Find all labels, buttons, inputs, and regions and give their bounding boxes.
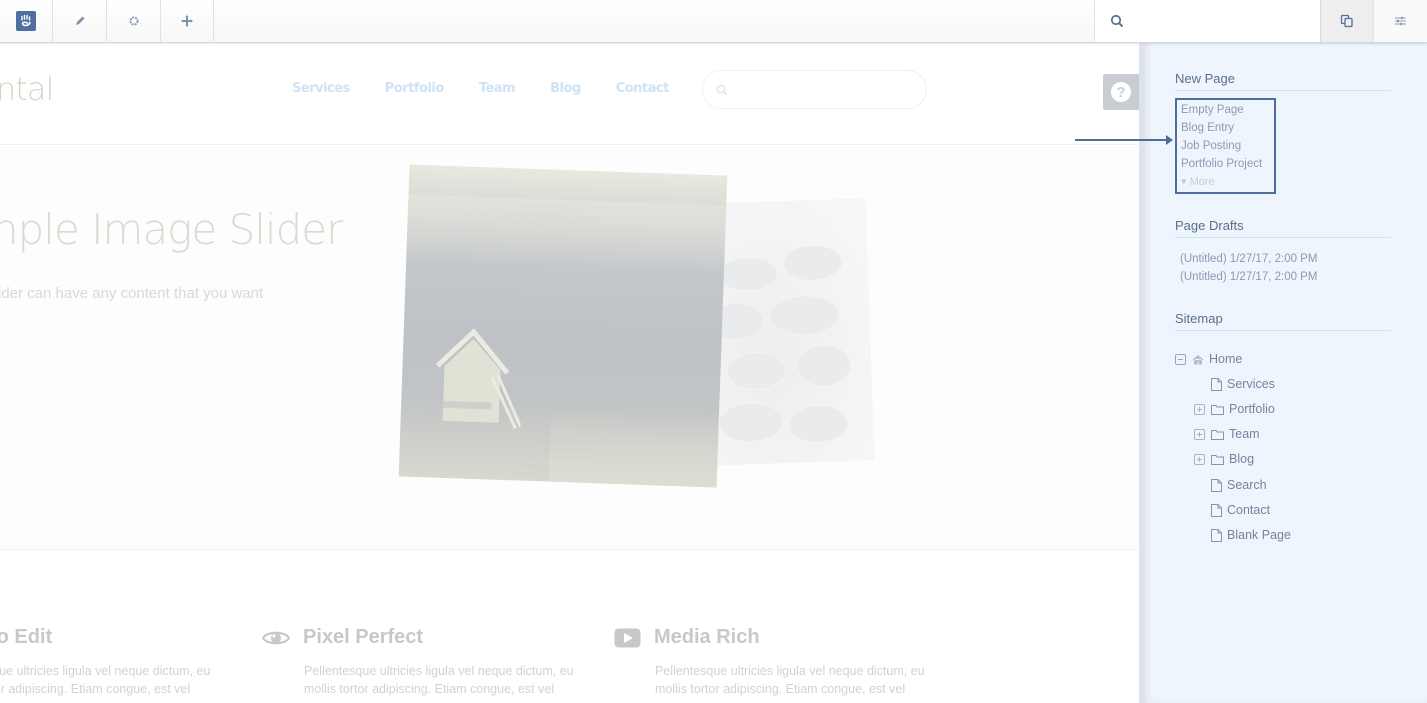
dashboard-panel-button[interactable] xyxy=(1374,0,1427,42)
folder-icon xyxy=(1211,454,1224,465)
site-search-input[interactable] xyxy=(702,70,927,109)
folder-icon xyxy=(1211,429,1224,440)
tree-node-blog[interactable]: Blog xyxy=(1194,452,1254,466)
more-page-types-toggle[interactable]: ▾ More xyxy=(1181,173,1274,191)
nav-contact[interactable]: Contact xyxy=(616,81,670,96)
settings-button[interactable] xyxy=(108,0,161,42)
tree-node-label: Blank Page xyxy=(1227,528,1291,542)
tree-node-label: Contact xyxy=(1227,503,1271,517)
new-page-section: New Page Empty Page Blog Entry Job Posti… xyxy=(1175,71,1391,194)
sitemap-section: Sitemap Home Services Portfolio Team Blo… xyxy=(1175,311,1391,552)
draft-item[interactable]: (Untitled) 1/27/17, 2:00 PM xyxy=(1180,250,1391,268)
page-drafts-section: Page Drafts (Untitled) 1/27/17, 2:00 PM … xyxy=(1175,218,1391,286)
website-preview: ntal Services Portfolio Team Blog Contac… xyxy=(0,43,1139,703)
expand-icon[interactable] xyxy=(1194,453,1205,465)
site-header: ntal Services Portfolio Team Blog Contac… xyxy=(0,43,1139,145)
expand-icon[interactable] xyxy=(1194,403,1205,415)
page-icon xyxy=(1211,528,1222,542)
nav-portfolio[interactable]: Portfolio xyxy=(385,81,445,96)
page-type-portfolio-project[interactable]: Portfolio Project xyxy=(1181,155,1274,173)
new-page-type-list: Empty Page Blog Entry Job Posting Portfo… xyxy=(1175,98,1276,194)
help-button[interactable]: ? xyxy=(1103,74,1139,110)
sliders-icon xyxy=(1395,16,1406,26)
add-block-button[interactable] xyxy=(161,0,214,42)
tree-node-home[interactable]: Home xyxy=(1175,352,1242,366)
hand-logo-icon xyxy=(16,11,36,31)
sitemap-tree: Home Services Portfolio Team Blog Search… xyxy=(1175,352,1391,552)
plus-move-icon xyxy=(181,15,193,27)
page-type-blog-entry[interactable]: Blog Entry xyxy=(1181,119,1274,137)
drafts-list: (Untitled) 1/27/17, 2:00 PM (Untitled) 1… xyxy=(1175,250,1391,286)
cms-toolbar xyxy=(0,0,1427,43)
sitemap-button[interactable] xyxy=(1320,0,1374,42)
cabin-illustration xyxy=(435,328,522,430)
feature-title: Media Rich xyxy=(654,626,760,648)
sitemap-panel: New Page Empty Page Blog Entry Job Posti… xyxy=(1139,43,1427,703)
page-icon xyxy=(1211,377,1222,391)
question-icon: ? xyxy=(1111,82,1131,102)
feature-pixel-perfect: Pixel Perfect Pellentesque ultricies lig… xyxy=(262,626,604,698)
search-icon xyxy=(1110,14,1124,28)
feature-media-rich: Media Rich Pellentesque ultricies ligula… xyxy=(614,626,955,698)
feature-title: Pixel Perfect xyxy=(303,626,424,648)
slider-title: nple Image Slider xyxy=(0,205,343,254)
feature-title: to Edit xyxy=(0,626,53,648)
section-heading: Page Drafts xyxy=(1175,218,1391,238)
concrete-logo-button[interactable] xyxy=(0,0,53,42)
caret-down-icon: ▾ xyxy=(1181,176,1190,188)
collapse-icon[interactable] xyxy=(1175,353,1186,365)
nav-blog[interactable]: Blog xyxy=(550,81,581,96)
site-nav: Services Portfolio Team Blog Contact xyxy=(292,81,704,96)
tree-node-portfolio[interactable]: Portfolio xyxy=(1194,402,1275,416)
tree-node-label: Search xyxy=(1227,478,1267,492)
tree-node-search[interactable]: Search xyxy=(1211,478,1267,492)
gear-icon xyxy=(129,16,139,26)
tutorial-pointer-arrow xyxy=(1075,135,1173,145)
page-icon xyxy=(1211,503,1222,517)
pencil-icon xyxy=(76,16,85,25)
play-icon xyxy=(614,628,641,647)
draft-item[interactable]: (Untitled) 1/27/17, 2:00 PM xyxy=(1180,268,1391,286)
slider-subtitle: ider can have any content that you want xyxy=(0,285,264,302)
tree-node-label: Blog xyxy=(1229,452,1255,466)
nav-services[interactable]: Services xyxy=(292,81,350,96)
feature-text: Pellentesque ultricies ligula vel neque … xyxy=(655,664,925,696)
page-type-empty-page[interactable]: Empty Page xyxy=(1181,101,1274,119)
feature-easy-to-edit: to Edit sque ultricies ligula vel neque … xyxy=(0,626,286,698)
toolbar-search[interactable] xyxy=(1094,0,1320,42)
tree-node-label: Team xyxy=(1229,427,1260,441)
tree-node-team[interactable]: Team xyxy=(1194,427,1260,441)
edit-button[interactable] xyxy=(54,0,107,42)
home-icon xyxy=(1192,354,1204,364)
section-heading: Sitemap xyxy=(1175,311,1391,331)
expand-icon[interactable] xyxy=(1194,428,1205,440)
search-icon xyxy=(716,84,728,95)
features-section: to Edit sque ultricies ligula vel neque … xyxy=(0,551,1139,703)
nav-team[interactable]: Team xyxy=(479,81,516,96)
feature-text: sque ultricies ligula vel neque dictum, … xyxy=(0,664,211,696)
image-slider: nple Image Slider ider can have any cont… xyxy=(0,146,1139,550)
section-heading: New Page xyxy=(1175,71,1391,91)
tree-node-label: Portfolio xyxy=(1229,402,1275,416)
slide-image-forest-cabin xyxy=(398,164,728,488)
tree-node-contact[interactable]: Contact xyxy=(1211,503,1270,517)
page-type-job-posting[interactable]: Job Posting xyxy=(1181,137,1274,155)
tree-node-label: Home xyxy=(1209,352,1243,366)
eye-icon xyxy=(262,631,290,644)
pages-icon xyxy=(1340,14,1353,28)
folder-icon xyxy=(1211,404,1224,415)
tree-node-blank-page[interactable]: Blank Page xyxy=(1211,528,1291,542)
tree-node-services[interactable]: Services xyxy=(1211,377,1275,391)
page-icon xyxy=(1211,478,1222,492)
tree-node-label: Services xyxy=(1227,377,1275,391)
site-logo[interactable]: ntal xyxy=(0,70,54,108)
feature-text: Pellentesque ultricies ligula vel neque … xyxy=(304,664,574,696)
